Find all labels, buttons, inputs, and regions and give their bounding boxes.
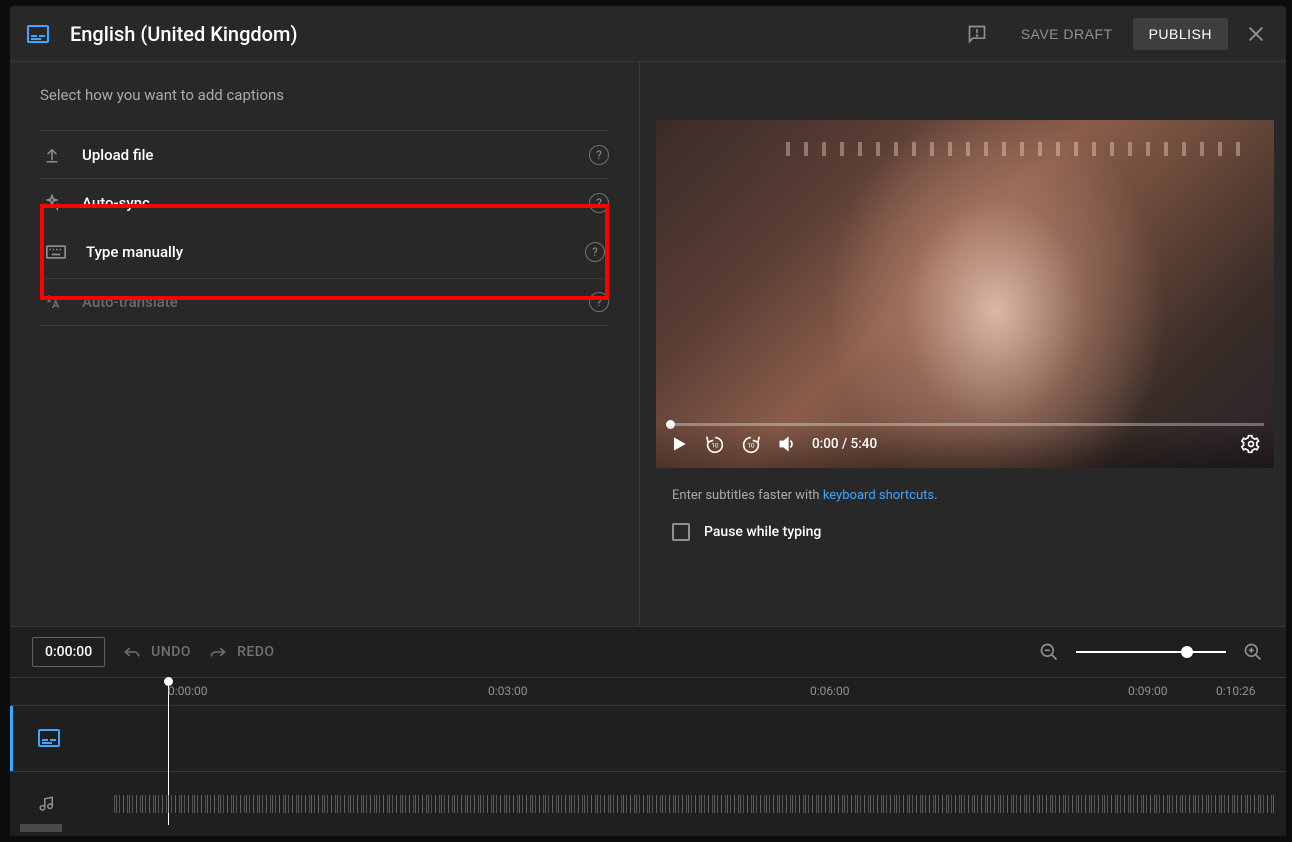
video-time-display: 0:00 / 5:40 [812, 436, 877, 452]
svg-text:10: 10 [711, 442, 719, 450]
play-icon[interactable] [668, 433, 690, 455]
zoom-in-icon[interactable] [1242, 641, 1264, 663]
ruler-tick: 0:00:00 [168, 684, 208, 698]
timeline-current-time[interactable]: 0:00:00 [32, 637, 105, 667]
highlight-annotation: Type manually ? [40, 204, 609, 300]
keyboard-shortcuts-hint: Enter subtitles faster with keyboard sho… [672, 488, 1274, 503]
horizontal-scrollbar[interactable] [20, 824, 62, 832]
option-type-manually[interactable]: Type manually ? [44, 228, 605, 276]
zoom-controls [1038, 641, 1264, 663]
forward-10-icon[interactable]: 10 [740, 433, 762, 455]
keyboard-icon [44, 245, 68, 259]
close-button[interactable] [1236, 14, 1276, 54]
audio-track[interactable] [10, 771, 1286, 837]
timeline-panel: 0:00:00 UNDO REDO [10, 626, 1286, 836]
timeline-toolbar: 0:00:00 UNDO REDO [10, 627, 1286, 677]
ruler-tick: 0:06:00 [810, 684, 850, 698]
help-icon[interactable]: ? [585, 242, 605, 262]
subtitles-icon [26, 22, 50, 46]
zoom-out-icon[interactable] [1038, 641, 1060, 663]
pause-while-typing-label: Pause while typing [704, 524, 821, 540]
timeline-ruler[interactable]: 0:00:00 0:03:00 0:06:00 0:09:00 0:10:26 [10, 677, 1286, 705]
feedback-icon[interactable] [959, 16, 995, 52]
video-controls: 10 10 0:00 [656, 420, 1274, 468]
ruler-tick: 0:03:00 [488, 684, 528, 698]
subtitle-editor-modal: English (United Kingdom) SAVE DRAFT PUBL… [10, 6, 1286, 836]
svg-text:10: 10 [747, 442, 755, 450]
audio-waveform [114, 795, 1276, 813]
video-thumbnail-decor [786, 142, 1244, 156]
timeline-tracks [10, 705, 1286, 836]
publish-button[interactable]: PUBLISH [1133, 18, 1228, 50]
ruler-tick: 0:10:26 [1216, 684, 1256, 698]
modal-body: Select how you want to add captions Uplo… [10, 62, 1286, 626]
keyboard-shortcuts-link[interactable]: keyboard shortcuts [823, 488, 934, 503]
rewind-10-icon[interactable]: 10 [704, 433, 726, 455]
captions-track[interactable] [10, 706, 1286, 771]
option-label: Type manually [86, 243, 585, 261]
modal-header: English (United Kingdom) SAVE DRAFT PUBL… [10, 6, 1286, 62]
pause-while-typing-row: Pause while typing [672, 523, 1274, 541]
option-label: Upload file [82, 146, 589, 164]
preview-pane: 10 10 0:00 [640, 62, 1286, 626]
captions-track-icon[interactable] [10, 706, 84, 771]
zoom-slider[interactable] [1076, 651, 1226, 653]
option-upload-file[interactable]: Upload file ? [40, 130, 609, 178]
redo-button[interactable]: REDO [209, 644, 275, 660]
options-pane: Select how you want to add captions Uplo… [10, 62, 640, 626]
video-thumbnail [656, 120, 1274, 468]
volume-icon[interactable] [776, 433, 798, 455]
ruler-tick: 0:09:00 [1128, 684, 1168, 698]
upload-icon [40, 146, 64, 164]
pause-while-typing-checkbox[interactable] [672, 523, 690, 541]
help-icon[interactable]: ? [589, 145, 609, 165]
video-player[interactable]: 10 10 0:00 [656, 120, 1274, 468]
settings-gear-icon[interactable] [1240, 433, 1262, 455]
undo-button[interactable]: UNDO [123, 644, 191, 660]
save-draft-button[interactable]: SAVE DRAFT [1007, 18, 1127, 50]
options-prompt: Select how you want to add captions [40, 86, 609, 104]
language-title: English (United Kingdom) [70, 22, 959, 46]
